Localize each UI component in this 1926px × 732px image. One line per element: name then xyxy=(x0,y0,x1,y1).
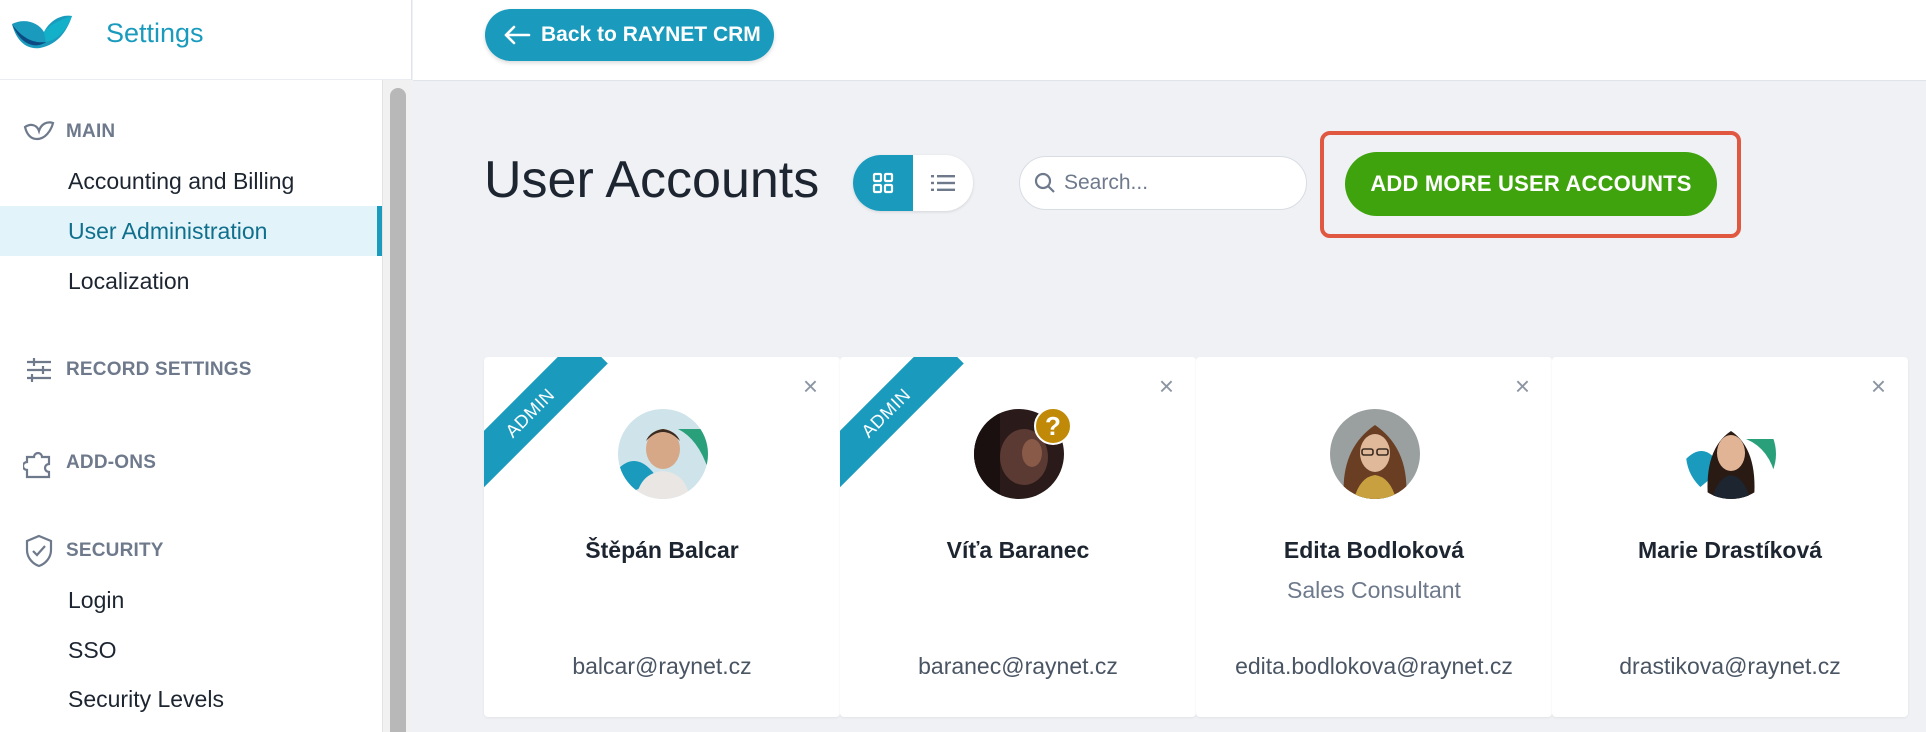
section-main: MAIN xyxy=(22,115,115,149)
grid-icon xyxy=(872,172,894,194)
user-email: edita.bodlokova@raynet.cz xyxy=(1235,653,1513,679)
sidebar-item-login[interactable]: Login xyxy=(0,575,382,625)
sidebar-header: Settings xyxy=(0,0,411,80)
section-security: SECURITY xyxy=(22,534,164,568)
user-card[interactable]: ADMIN × Štěpán Balcar balcar@raynet.cz xyxy=(484,357,840,717)
user-email: balcar@raynet.cz xyxy=(572,653,752,679)
search-icon xyxy=(1034,172,1055,193)
user-role: Sales Consultant xyxy=(1287,577,1461,603)
sliders-icon xyxy=(22,353,56,387)
avatar xyxy=(618,409,708,499)
section-label: SECURITY xyxy=(66,540,164,561)
user-name: Edita Bodloková xyxy=(1283,537,1465,563)
list-icon xyxy=(931,175,955,191)
admin-ribbon: ADMIN xyxy=(840,357,964,491)
user-card[interactable]: × Edita Bodloková Sales Consultant edita… xyxy=(1196,357,1552,717)
grid-view-button[interactable] xyxy=(853,155,913,211)
sidebar-item-sso[interactable]: SSO xyxy=(0,625,382,675)
sidebar-item-accounting-billing[interactable]: Accounting and Billing xyxy=(0,156,382,206)
app-title: Settings xyxy=(106,18,204,48)
close-icon[interactable]: × xyxy=(1871,371,1886,402)
user-name: Štěpán Balcar xyxy=(585,537,739,563)
close-icon[interactable]: × xyxy=(803,371,818,402)
user-email: drastikova@raynet.cz xyxy=(1619,653,1841,679)
search-input[interactable] xyxy=(1064,171,1284,195)
sidebar-item-security-levels[interactable]: Security Levels xyxy=(0,674,382,724)
view-toggle xyxy=(853,155,973,211)
close-icon[interactable]: × xyxy=(1159,371,1174,402)
puzzle-icon xyxy=(22,446,56,480)
bird-icon xyxy=(22,115,56,149)
settings-sidebar: Settings MAIN Accounting and Billing Use… xyxy=(0,0,412,732)
scrollbar-thumb[interactable] xyxy=(390,88,406,732)
close-icon[interactable]: × xyxy=(1515,371,1530,402)
back-to-crm-button[interactable]: Back to RAYNET CRM xyxy=(485,9,774,61)
shield-icon xyxy=(22,534,56,568)
section-label: MAIN xyxy=(66,121,116,142)
user-name: Víťa Baranec xyxy=(946,537,1090,563)
add-more-user-accounts-button[interactable]: ADD MORE USER ACCOUNTS xyxy=(1345,152,1717,216)
user-name: Marie Drastíková xyxy=(1637,537,1823,563)
user-email: baranec@raynet.cz xyxy=(918,653,1118,679)
user-card[interactable]: ADMIN × ? Víťa Baranec baranec@raynet.cz xyxy=(840,357,1196,717)
section-add-ons[interactable]: ADD-ONS xyxy=(22,446,156,480)
sidebar-item-user-administration[interactable]: User Administration xyxy=(0,206,382,256)
sidebar-scrollbar[interactable] xyxy=(382,80,412,732)
avatar xyxy=(1330,409,1420,499)
section-label: RECORD SETTINGS xyxy=(66,359,252,380)
section-record-settings[interactable]: RECORD SETTINGS xyxy=(22,353,252,387)
section-label: ADD-ONS xyxy=(66,452,157,473)
back-label: Back to RAYNET CRM xyxy=(541,23,761,46)
arrow-left-icon xyxy=(504,25,531,45)
sidebar-item-localization[interactable]: Localization xyxy=(0,256,382,306)
admin-ribbon: ADMIN xyxy=(484,357,608,491)
avatar xyxy=(1686,409,1776,499)
list-view-button[interactable] xyxy=(913,155,973,211)
user-card[interactable]: × Marie Drastíková drastikova@raynet.cz xyxy=(1552,357,1908,717)
raynet-logo-icon[interactable] xyxy=(10,14,74,52)
page-title: User Accounts xyxy=(484,151,820,209)
search-box[interactable] xyxy=(1019,156,1307,210)
unconfirmed-badge: ? xyxy=(1034,407,1072,445)
